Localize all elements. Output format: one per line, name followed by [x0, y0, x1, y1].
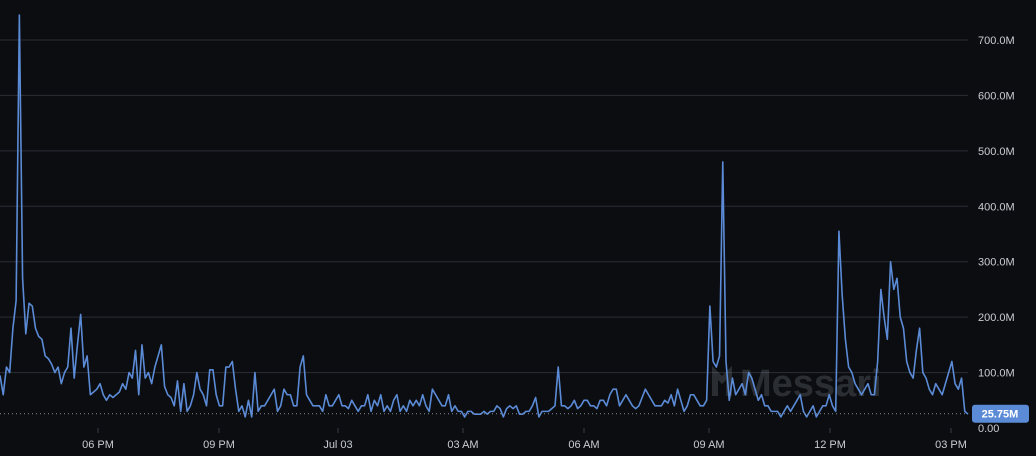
x-tick-label: 09 AM	[693, 439, 724, 451]
x-tick-label: 03 AM	[447, 439, 478, 451]
y-tick-label: 300.0M	[978, 257, 1015, 269]
volume-line-chart: Messari 0.00 100.0M 200.0M 300.0M 400.0M 500.…	[0, 14, 1029, 451]
series-line	[0, 14, 969, 418]
current-value-badge: 25.75M	[972, 404, 1029, 423]
x-tick-label: 09 PM	[203, 439, 235, 451]
series-area	[0, 14, 969, 418]
x-tick-label: Jul 03	[323, 439, 352, 451]
x-tick-label: 03 PM	[935, 439, 967, 451]
y-tick-label: 0.00	[978, 423, 999, 435]
x-tick-label: 06 AM	[568, 439, 599, 451]
y-tick-label: 500.0M	[978, 146, 1015, 158]
x-axis-ticks: 06 PM 09 PM Jul 03 03 AM 06 AM 09 AM 12 PM 03 P…	[82, 428, 967, 451]
y-tick-label: 700.0M	[978, 35, 1015, 47]
x-tick-label: 06 PM	[82, 439, 114, 451]
watermark-text: Messari	[740, 363, 882, 405]
y-tick-label: 400.0M	[978, 201, 1015, 213]
y-tick-label: 200.0M	[978, 312, 1015, 324]
y-axis-ticks: 0.00 100.0M 200.0M 300.0M 400.0M 500.0M 600.0M…	[978, 35, 1015, 435]
current-value-label: 25.75M	[982, 409, 1019, 421]
x-tick-label: 12 PM	[814, 439, 846, 451]
y-tick-label: 600.0M	[978, 90, 1015, 102]
grid-lines	[0, 39, 968, 374]
y-tick-label: 100.0M	[978, 368, 1015, 380]
